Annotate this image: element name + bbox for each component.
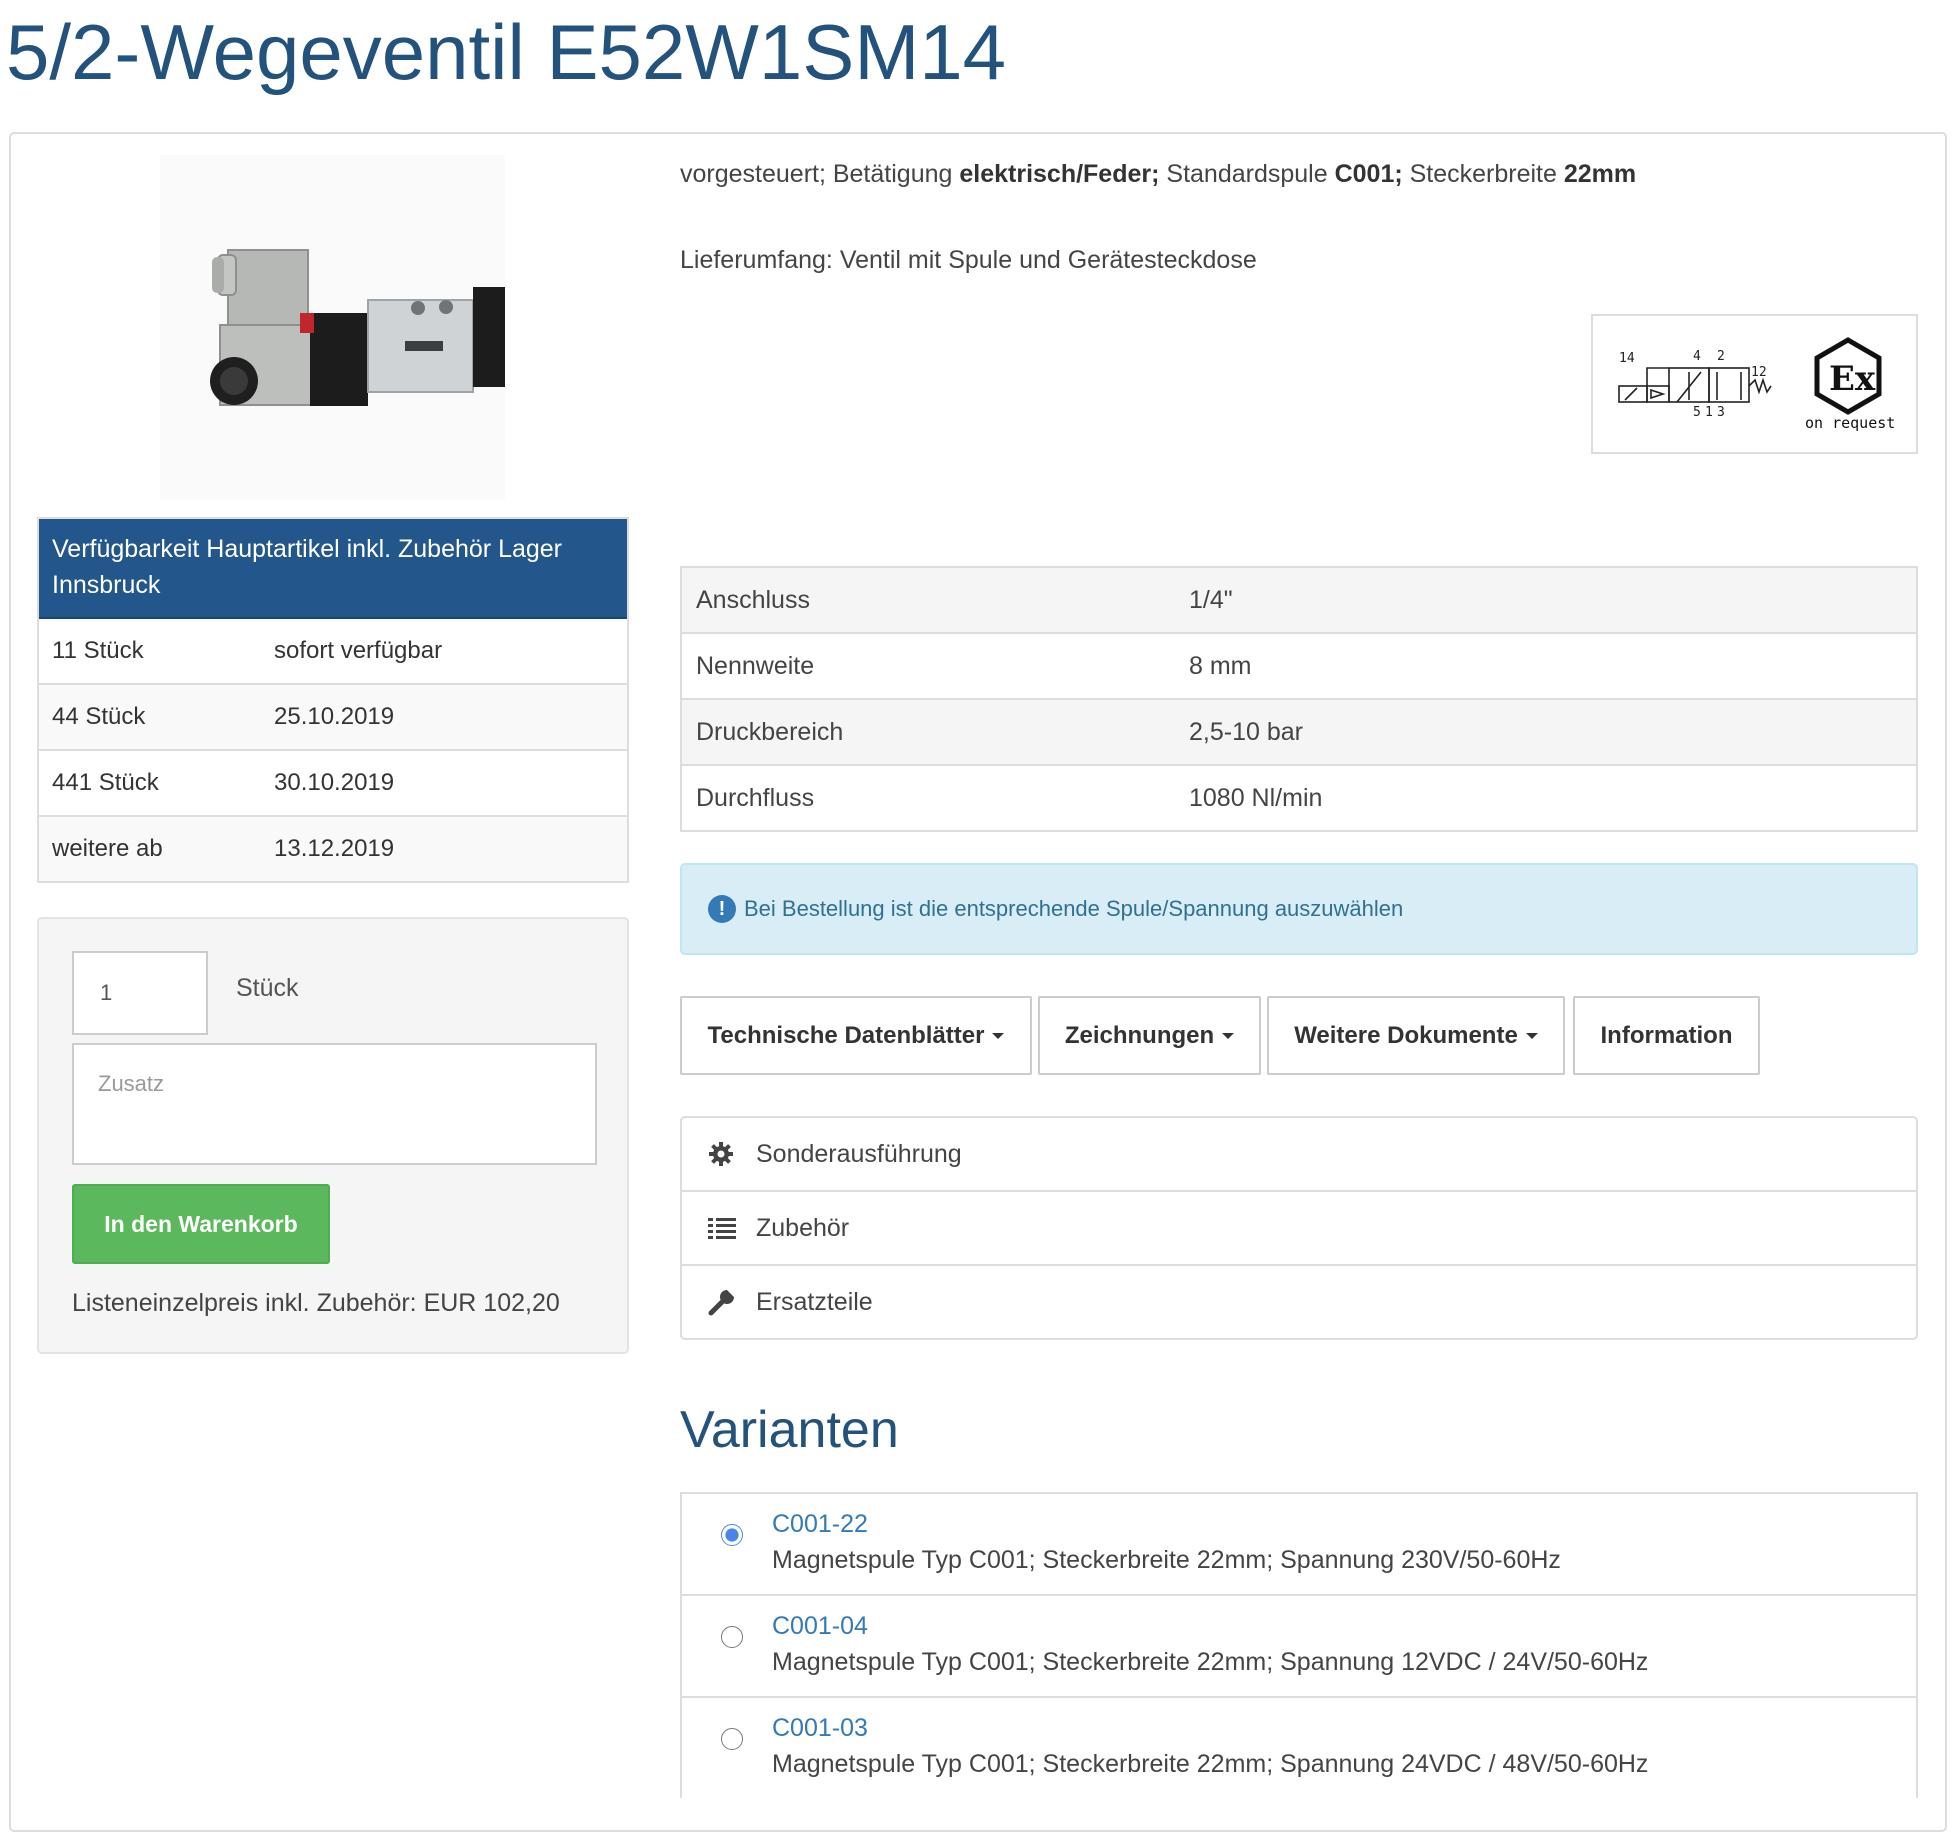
variants-heading: Varianten (680, 1401, 899, 1459)
add-to-cart-button[interactable]: In den Warenkorb (72, 1184, 330, 1264)
link-label: Ersatzteile (756, 1287, 873, 1316)
documents-dropdown-button[interactable]: Weitere Dokumente (1267, 996, 1565, 1075)
quantity-input[interactable] (72, 951, 208, 1035)
availability-row: weitere ab 13.12.2019 (39, 815, 627, 881)
spec-key: Durchfluss (696, 783, 815, 812)
link-spare-parts[interactable]: Ersatzteile (682, 1264, 1916, 1338)
variant-description: Magnetspule Typ C001; Steckerbreite 22mm… (772, 1648, 1649, 1676)
availability-header: Verfügbarkeit Hauptartikel inkl. Zubehör… (39, 519, 627, 619)
documents-label: Weitere Dokumente (1294, 1021, 1518, 1049)
availability-row: 441 Stück 30.10.2019 (39, 749, 627, 815)
port-label: 2 (1717, 349, 1725, 364)
caret-down-icon (1222, 1032, 1235, 1039)
variant-radio[interactable] (721, 1524, 743, 1546)
symbols-box: 14 4 2 12 5 1 3 Ex on request (1591, 314, 1918, 454)
drawings-dropdown-button[interactable]: Zeichnungen (1038, 996, 1261, 1075)
link-accessories[interactable]: Zubehör (682, 1190, 1916, 1264)
port-label: 1 (1705, 405, 1713, 420)
availability-quantity: weitere ab (52, 835, 163, 862)
spec-row: Nennweite 8 mm (682, 632, 1916, 698)
alert-text: Bei Bestellung ist die entsprechende Spu… (744, 896, 1404, 921)
variant-radio[interactable] (721, 1626, 743, 1648)
link-special-version[interactable]: Sonderausführung (682, 1118, 1916, 1190)
list-icon (708, 1216, 742, 1240)
availability-row: 44 Stück 25.10.2019 (39, 683, 627, 749)
note-field[interactable] (72, 1043, 597, 1165)
datasheets-label: Technische Datenblätter (707, 1021, 985, 1049)
availability-table: Verfügbarkeit Hauptartikel inkl. Zubehör… (37, 517, 629, 883)
port-label: 12 (1751, 365, 1767, 380)
port-label: 14 (1619, 351, 1635, 366)
datasheets-dropdown-button[interactable]: Technische Datenblätter (680, 996, 1032, 1075)
variant-radio[interactable] (721, 1728, 743, 1750)
availability-date: 30.10.2019 (274, 769, 395, 796)
valve-symbol-icon: 14 4 2 12 5 1 3 Ex on request (1618, 337, 1895, 432)
spec-key: Nennweite (696, 651, 815, 680)
variant-code[interactable]: C001-22 (772, 1510, 868, 1539)
information-button[interactable]: Information (1573, 996, 1760, 1075)
scope-of-delivery: Lieferumfang: Ventil mit Spule und Gerät… (680, 246, 1257, 274)
variants-list: C001-22 Magnetspule Typ C001; Steckerbre… (680, 1492, 1918, 1798)
order-info-alert: ! Bei Bestellung ist die entsprechende S… (680, 863, 1918, 955)
availability-date: 25.10.2019 (274, 703, 395, 730)
variant-row: C001-04 Magnetspule Typ C001; Steckerbre… (682, 1594, 1916, 1696)
spec-value: 8 mm (1189, 651, 1252, 680)
related-links-list: Sonderausführung Zubehör Ersatzteile (680, 1116, 1918, 1340)
spec-row: Druckbereich 2,5-10 bar (682, 698, 1916, 764)
variant-code[interactable]: C001-04 (772, 1612, 868, 1641)
order-box: Stück In den Warenkorb Listeneinzelpreis… (37, 917, 629, 1354)
availability-date: 13.12.2019 (274, 835, 395, 862)
coil-value: C001; (1334, 160, 1403, 188)
spec-row: Durchfluss 1080 Nl/min (682, 764, 1916, 830)
spec-table: Anschluss 1/4" Nennweite 8 mm Druckberei… (680, 566, 1918, 832)
plug-width-value: 22mm (1563, 160, 1637, 188)
availability-row: 11 Stück sofort verfügbar (39, 619, 627, 683)
gear-icon (708, 1141, 742, 1167)
spec-value: 2,5-10 bar (1189, 717, 1303, 746)
ex-mark-icon: Ex (1814, 337, 1882, 415)
ex-on-request-label: on request (1805, 414, 1895, 432)
availability-quantity: 44 Stück (52, 703, 146, 730)
spec-value: 1/4" (1189, 585, 1233, 614)
port-label: 4 (1693, 349, 1701, 364)
wrench-icon (708, 1288, 742, 1316)
variant-row: C001-22 Magnetspule Typ C001; Steckerbre… (682, 1494, 1916, 1594)
spec-row: Anschluss 1/4" (682, 568, 1916, 632)
caret-down-icon (992, 1032, 1005, 1039)
variant-description: Magnetspule Typ C001; Steckerbreite 22mm… (772, 1546, 1561, 1574)
actuation-value: elektrisch/Feder; (959, 160, 1160, 188)
availability-quantity: 11 Stück (52, 637, 144, 664)
drawings-label: Zeichnungen (1064, 1021, 1215, 1049)
variant-row: C001-03 Magnetspule Typ C001; Steckerbre… (682, 1696, 1916, 1798)
link-label: Zubehör (756, 1213, 850, 1242)
port-label: 5 (1693, 405, 1701, 420)
availability-date: sofort verfügbar (274, 637, 443, 664)
variant-code[interactable]: C001-03 (772, 1714, 868, 1743)
info-circle-icon: ! (708, 895, 736, 923)
spec-key: Druckbereich (696, 717, 844, 746)
port-label: 3 (1717, 405, 1725, 420)
page-title: 5/2-Wegeventil E52W1SM14 (6, 8, 1007, 96)
product-description: vorgesteuert; Betätigung elektrisch/Fede… (680, 160, 1637, 188)
list-price: Listeneinzelpreis inkl. Zubehör: EUR 102… (72, 1289, 560, 1317)
product-image (160, 155, 505, 500)
quantity-unit: Stück (236, 974, 299, 1002)
svg-text:Ex: Ex (1829, 359, 1876, 399)
spec-value: 1080 Nl/min (1189, 783, 1323, 812)
caret-down-icon (1525, 1032, 1538, 1039)
availability-quantity: 441 Stück (52, 769, 159, 796)
spec-key: Anschluss (696, 585, 810, 614)
link-label: Sonderausführung (756, 1139, 962, 1168)
variant-description: Magnetspule Typ C001; Steckerbreite 22mm… (772, 1750, 1649, 1778)
